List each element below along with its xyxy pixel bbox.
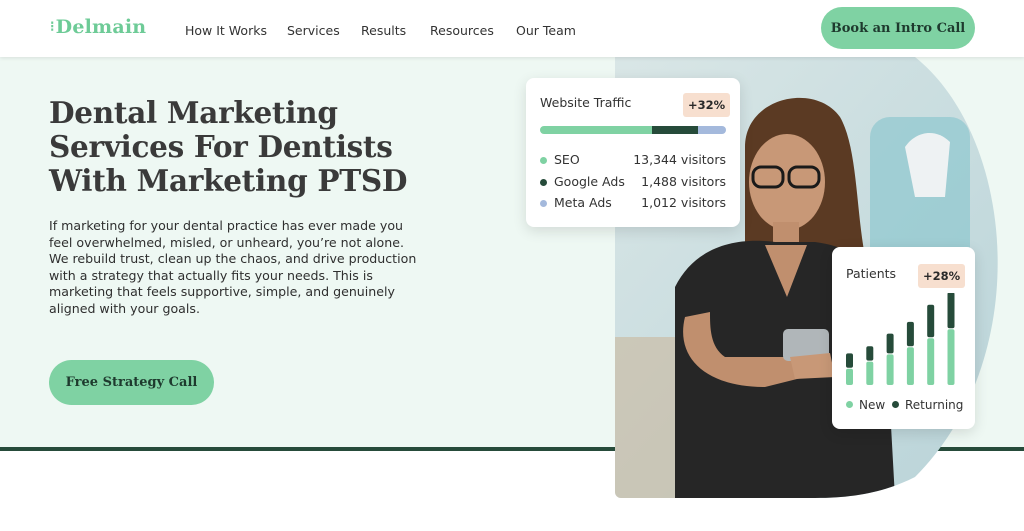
bar-returning [927,304,935,338]
free-strategy-call-button[interactable]: Free Strategy Call [49,360,214,405]
traffic-row-label: Google Ads [554,174,625,189]
bar-returning [947,293,955,329]
bar-new [947,329,955,385]
website-traffic-card: Website Traffic +32% SEO 13,344 visitors… [526,78,740,227]
nav-our-team[interactable]: Our Team [516,23,576,38]
logo[interactable]: ⁝Delmain [50,16,146,38]
bar-new [927,338,935,385]
traffic-row-value: 1,488 visitors [641,174,726,189]
nav-how-it-works[interactable]: How It Works [185,23,267,38]
hero-description: If marketing for your dental practice ha… [49,218,417,316]
meta-ads-dot [540,200,547,207]
bar-returning [846,353,853,368]
traffic-share-segment [651,126,699,134]
bar-returning [866,346,874,361]
hero-title: Dental Marketing Services For Dentists W… [49,96,429,198]
traffic-share-bar [540,126,726,134]
seo-dot [540,157,547,164]
hero-title-line-3: With Marketing PTSD [49,163,408,198]
legend-returning-label: Returning [905,398,964,412]
legend-returning: Returning [892,398,963,412]
returning-dot [892,401,899,408]
traffic-row-label: Meta Ads [554,195,612,210]
traffic-row-value: 13,344 visitors [633,152,726,167]
bar-new [906,347,914,385]
legend-new-label: New [859,398,886,412]
patients-card-title: Patients [846,266,897,281]
new-dot [846,401,853,408]
patients-bar-chart [846,293,955,385]
patients-growth-badge: +28% [918,264,966,288]
hero-title-line-2: Services For Dentists [49,129,393,164]
bar-new [866,361,874,385]
logo-mark-icon: ⁝ [50,19,55,35]
hero-title-line-1: Dental Marketing [49,95,338,130]
nav-services[interactable]: Services [287,23,340,38]
nav-results[interactable]: Results [361,23,406,38]
book-intro-call-button[interactable]: Book an Intro Call [821,7,975,49]
bar-new [886,354,894,385]
traffic-row-value: 1,012 visitors [641,195,726,210]
google-ads-dot [540,179,547,186]
bar-returning [886,333,894,354]
bar-returning [906,321,914,347]
traffic-share-segment [698,126,726,134]
site-header: ⁝Delmain How It Works Services Results R… [0,0,1024,57]
nav-resources[interactable]: Resources [430,23,494,38]
legend-new: New [846,398,885,412]
traffic-row-label: SEO [554,152,580,167]
bar-new [846,368,853,385]
traffic-growth-badge: +32% [683,93,731,117]
logo-text: Delmain [55,16,147,38]
traffic-share-segment [540,126,652,134]
patients-card: Patients +28% New Returning [832,247,975,429]
traffic-card-title: Website Traffic [540,95,632,110]
